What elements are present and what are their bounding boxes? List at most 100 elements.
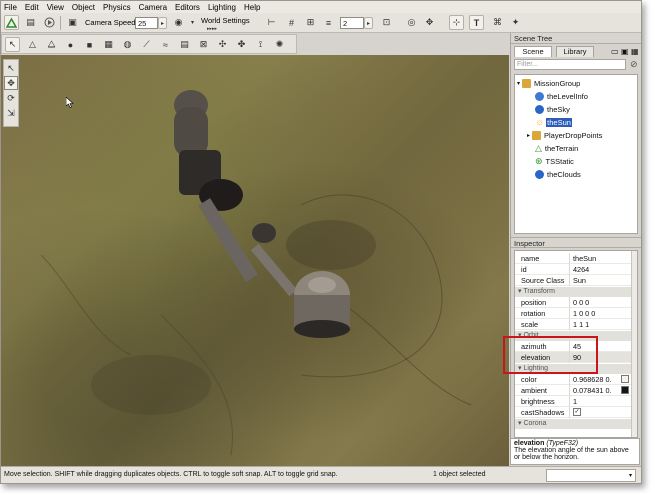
menu-edit[interactable]: Edit xyxy=(25,3,39,12)
grid-size-arrow-icon[interactable]: ▸ xyxy=(364,17,373,29)
terrain-tool-icon[interactable]: △ xyxy=(25,37,40,52)
chevron-down-icon: ▾ xyxy=(628,473,632,479)
main-toolbar: ▤ ▣ Camera Speed 25 ▸ ◉ ▾ World Settings… xyxy=(1,13,641,33)
tree-item-playerdroppoints[interactable]: ▸ PlayerDropPoints xyxy=(527,129,602,141)
help-field-type: (TypeF32) xyxy=(546,440,579,447)
grid-size-input[interactable]: 2 xyxy=(340,17,364,29)
expand-arrow-icon[interactable]: ▾ xyxy=(517,80,520,87)
particle-tool-icon[interactable]: ✺ xyxy=(272,37,287,52)
menu-view[interactable]: View xyxy=(47,3,64,12)
menu-editors[interactable]: Editors xyxy=(175,3,200,12)
static-icon: ⊛ xyxy=(535,155,543,166)
sphere-tool-icon[interactable]: ● xyxy=(63,37,78,52)
tree-item-tsstatic[interactable]: ⊛ TSStatic xyxy=(535,155,574,167)
menu-help[interactable]: Help xyxy=(244,3,260,12)
tree-item-label: MissionGroup xyxy=(534,78,581,88)
status-message: Move selection. SHIFT while dragging dup… xyxy=(4,471,338,478)
3d-viewport[interactable] xyxy=(1,55,509,466)
tree-item-thesky[interactable]: theSky xyxy=(535,103,570,115)
tree-item-theclouds[interactable]: theClouds xyxy=(535,168,581,180)
grid-snap-icon[interactable]: ⊞ xyxy=(303,15,318,30)
camera-speed-input[interactable]: 25 xyxy=(135,17,158,29)
select-arrow-icon[interactable]: ↖ xyxy=(5,37,20,52)
grid-icon[interactable]: # xyxy=(284,15,299,30)
scale-icon[interactable]: ⇲ xyxy=(4,106,18,120)
bounds-icon[interactable]: ◎ xyxy=(404,15,419,30)
shape-tool-icon[interactable]: ▤ xyxy=(177,37,192,52)
scene-tree-tabs: Scene Library ▭ ▣ ▦ xyxy=(511,44,641,58)
paint-tool-icon[interactable]: ⧋ xyxy=(44,37,59,52)
tree-item-missiongroup[interactable]: ▾ MissionGroup xyxy=(517,77,580,89)
new-folder-icon[interactable]: ▭ xyxy=(611,47,619,56)
inspector-row-brightness[interactable]: brightness 1 xyxy=(515,396,633,407)
nav-tool-icon[interactable]: ⟟ xyxy=(253,37,268,52)
expand-arrow-icon[interactable]: ▸ xyxy=(527,132,530,139)
tree-item-label: PlayerDropPoints xyxy=(544,130,603,140)
visibility-eye-icon[interactable]: ◉ xyxy=(171,15,186,30)
decal-icon[interactable]: ✦ xyxy=(508,15,523,30)
menu-lighting[interactable]: Lighting xyxy=(208,3,236,12)
tree-item-thesun[interactable]: ☼ theSun xyxy=(535,116,572,128)
move-icon[interactable]: ✥ xyxy=(4,76,18,90)
sun-icon: ☼ xyxy=(535,116,545,128)
help-field-name: elevation xyxy=(514,440,545,447)
delete-icon[interactable]: ▦ xyxy=(631,47,639,56)
folder-icon xyxy=(532,130,542,140)
align-icon[interactable]: ≡ xyxy=(321,15,336,30)
inspector-row-name[interactable]: name theSun xyxy=(515,253,633,264)
menu-object[interactable]: Object xyxy=(72,3,95,12)
inspector-row-ambient[interactable]: ambient 0.078431 0. xyxy=(515,385,633,396)
fit-selection-icon[interactable]: ⊹ xyxy=(449,15,464,30)
material-tool-icon[interactable]: ▦ xyxy=(101,37,116,52)
cube-tool-icon[interactable]: ■ xyxy=(82,37,97,52)
road-tool-icon[interactable]: ⟋ xyxy=(139,37,154,52)
menu-camera[interactable]: Camera xyxy=(139,3,167,12)
lock-icon[interactable]: ▣ xyxy=(621,47,629,56)
mouse-cursor-icon xyxy=(66,97,74,108)
tree-item-label: theLevelInfo xyxy=(547,91,588,101)
tree-item-thelevelinfo[interactable]: theLevelInfo xyxy=(535,90,588,102)
help-description: The elevation angle of the sun above or … xyxy=(514,447,629,461)
river-tool-icon[interactable]: ≈ xyxy=(158,37,173,52)
snap-icon[interactable]: ⊢ xyxy=(264,15,279,30)
inspector-row-position[interactable]: position 0 0 0 xyxy=(515,297,633,308)
world-editor-icon[interactable] xyxy=(4,15,19,30)
inspector-row-castshadows[interactable]: castShadows ✓ xyxy=(515,407,633,418)
physics-tool-icon[interactable]: ✤ xyxy=(234,37,249,52)
text-icon[interactable]: T xyxy=(469,15,484,30)
center-icon[interactable]: ✥ xyxy=(422,15,437,30)
tab-scene[interactable]: Scene xyxy=(514,46,552,57)
forest-tool-icon[interactable]: ✣ xyxy=(215,37,230,52)
select-icon[interactable]: ↖ xyxy=(4,61,18,75)
save-icon[interactable]: ▤ xyxy=(23,15,38,30)
camera-icon[interactable]: ▣ xyxy=(65,15,80,30)
detach-icon[interactable]: ⌘ xyxy=(490,15,505,30)
decal-tool-icon[interactable]: ◍ xyxy=(120,37,135,52)
object-snap-icon[interactable]: ⊡ xyxy=(379,15,394,30)
castshadows-checkbox[interactable]: ✓ xyxy=(573,408,581,416)
group-transform[interactable]: ▾ Transform xyxy=(515,287,633,297)
ambient-swatch[interactable] xyxy=(621,386,629,394)
inspector-row-scale[interactable]: scale 1 1 1 xyxy=(515,319,633,330)
scene-filter-input[interactable]: Filter... xyxy=(514,59,626,70)
tree-item-theterrain[interactable]: △ theTerrain xyxy=(535,142,578,154)
world-settings-arrows-icon[interactable]: ▸▸▸▸ xyxy=(197,26,227,32)
color-swatch[interactable] xyxy=(621,375,629,383)
clear-filter-icon[interactable]: ⊘ xyxy=(630,59,638,70)
menu-file[interactable]: File xyxy=(4,3,17,12)
tree-item-label: theSun xyxy=(546,117,572,127)
inspector-scrollbar[interactable] xyxy=(631,251,637,437)
play-icon[interactable] xyxy=(42,15,57,30)
inspector-row-rotation[interactable]: rotation 1 0 0 0 xyxy=(515,308,633,319)
tab-library[interactable]: Library xyxy=(556,46,594,57)
group-corona[interactable]: ▾ Corona xyxy=(515,419,633,429)
rotate-icon[interactable]: ⟳ xyxy=(4,91,18,105)
menu-physics[interactable]: Physics xyxy=(103,3,131,12)
inspector-header: Inspector xyxy=(511,237,641,248)
camera-speed-arrow-icon[interactable]: ▸ xyxy=(158,17,167,29)
mesh-road-tool-icon[interactable]: ⊠ xyxy=(196,37,211,52)
gizmo-palette: ↖ ✥ ⟳ ⇲ xyxy=(3,59,19,127)
inspector-row-color[interactable]: color 0.968628 0. xyxy=(515,374,633,385)
world-settings-label[interactable]: World Settings xyxy=(201,16,250,25)
status-dropdown[interactable]: ▾ xyxy=(546,469,636,482)
